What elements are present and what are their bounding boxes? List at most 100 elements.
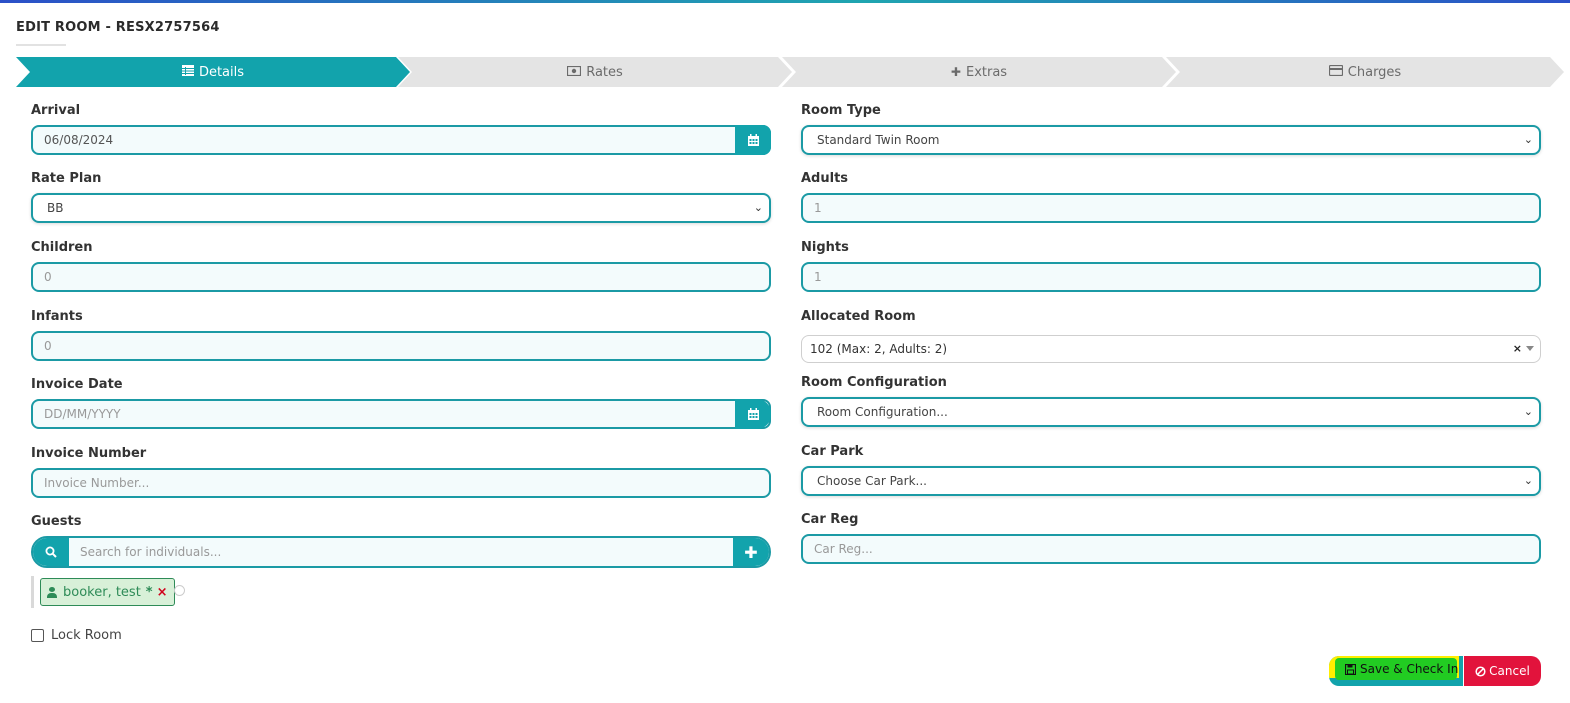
arrival-calendar-button[interactable] xyxy=(735,125,771,155)
chevron-down-icon: ⌄ xyxy=(1523,474,1533,487)
children-value: 0 xyxy=(44,270,52,284)
step-tabs: Details Rates ✚ Extras Charges xyxy=(16,57,1564,87)
rate-plan-label: Rate Plan xyxy=(31,171,102,186)
save-check-in-label: Save & Check In xyxy=(1360,662,1459,676)
guest-search-input[interactable]: Search for individuals... xyxy=(71,538,221,566)
lead-guest-star: * xyxy=(145,584,153,600)
plus-icon: ✚ xyxy=(744,542,758,562)
room-type-field: Room Type Standard Twin Room ⌄ xyxy=(801,102,1541,155)
dropdown-arrow-icon xyxy=(1526,346,1534,351)
guest-search-button[interactable] xyxy=(33,538,69,566)
guest-list: booker, test * × xyxy=(31,576,231,608)
tab-details-label: Details xyxy=(198,64,245,80)
checkbox-icon[interactable] xyxy=(31,629,44,642)
remove-guest-icon[interactable]: × xyxy=(157,585,168,600)
chevron-down-icon: ⌄ xyxy=(1523,405,1533,418)
infants-value: 0 xyxy=(44,339,52,353)
car-reg-field: Car Reg Car Reg... xyxy=(801,511,1541,564)
ban-icon xyxy=(1475,665,1486,677)
room-configuration-value: Room Configuration... xyxy=(817,405,948,419)
tab-extras[interactable]: ✚ Extras xyxy=(782,57,1176,87)
room-configuration-label: Room Configuration xyxy=(801,375,947,390)
adults-label: Adults xyxy=(801,171,849,186)
user-icon xyxy=(47,586,57,598)
tab-rates-label: Rates xyxy=(586,64,623,80)
car-reg-label: Car Reg xyxy=(801,512,859,527)
room-type-select[interactable]: Standard Twin Room ⌄ xyxy=(801,125,1541,155)
children-field: Children 0 xyxy=(31,239,771,292)
invoice-date-label: Invoice Date xyxy=(31,377,123,392)
arrival-input[interactable]: 06/08/2024 xyxy=(31,125,771,155)
invoice-date-field: Invoice Date DD/MM/YYYY xyxy=(31,376,771,429)
children-label: Children xyxy=(31,240,93,255)
credit-card-icon xyxy=(1329,65,1343,79)
nights-label: Nights xyxy=(801,240,849,255)
adults-input[interactable]: 1 xyxy=(801,193,1541,223)
arrival-value: 06/08/2024 xyxy=(44,133,114,147)
clear-selection-icon[interactable]: × xyxy=(1513,342,1522,355)
invoice-number-placeholder: Invoice Number... xyxy=(44,476,150,490)
invoice-number-field: Invoice Number Invoice Number... xyxy=(31,445,771,498)
title-divider xyxy=(16,44,66,46)
nights-value: 1 xyxy=(814,270,822,284)
money-icon xyxy=(567,65,581,79)
allocated-room-field: Allocated Room 102 (Max: 2, Adults: 2) × xyxy=(801,308,1541,363)
calendar-icon xyxy=(747,134,759,146)
allocated-room-select[interactable]: 102 (Max: 2, Adults: 2) × xyxy=(801,335,1541,363)
plus-icon: ✚ xyxy=(950,65,961,79)
infants-input[interactable]: 0 xyxy=(31,331,771,361)
calendar-icon xyxy=(747,408,759,420)
arrival-field: Arrival 06/08/2024 xyxy=(31,102,771,155)
car-reg-input[interactable]: Car Reg... xyxy=(801,534,1541,564)
infants-label: Infants xyxy=(31,309,83,324)
save-icon xyxy=(1345,663,1356,675)
tab-extras-label: Extras xyxy=(965,64,1008,80)
invoice-date-input[interactable]: DD/MM/YYYY xyxy=(31,399,771,429)
tab-charges[interactable]: Charges xyxy=(1166,57,1564,87)
cancel-button[interactable]: Cancel xyxy=(1464,656,1541,686)
rate-plan-select[interactable]: BB ⌄ xyxy=(31,193,771,223)
adults-value: 1 xyxy=(814,201,822,215)
rate-plan-field: Rate Plan BB ⌄ xyxy=(31,170,771,223)
cancel-label: Cancel xyxy=(1489,664,1530,678)
list-icon xyxy=(182,65,194,79)
car-park-label: Car Park xyxy=(801,444,864,459)
guest-chip-name: booker, test xyxy=(63,584,141,600)
nights-field: Nights 1 xyxy=(801,239,1541,292)
room-type-value: Standard Twin Room xyxy=(817,133,940,147)
invoice-date-calendar-button[interactable] xyxy=(735,399,771,429)
car-park-select[interactable]: Choose Car Park... ⌄ xyxy=(801,466,1541,496)
tab-rates[interactable]: Rates xyxy=(398,57,792,87)
lock-room-checkbox[interactable]: Lock Room xyxy=(31,628,122,643)
search-icon xyxy=(45,546,57,558)
chevron-down-icon: ⌄ xyxy=(1523,133,1533,146)
allocated-room-value: 102 (Max: 2, Adults: 2) xyxy=(810,342,948,356)
allocated-room-label: Allocated Room xyxy=(801,309,916,324)
arrival-label: Arrival xyxy=(31,103,81,118)
add-guest-button[interactable]: ✚ xyxy=(733,538,769,566)
guests-field: Guests Search for individuals... ✚ xyxy=(31,513,771,568)
adults-field: Adults 1 xyxy=(801,170,1541,223)
chevron-down-icon: ⌄ xyxy=(753,201,763,214)
room-configuration-select[interactable]: Room Configuration... ⌄ xyxy=(801,397,1541,427)
room-type-label: Room Type xyxy=(801,103,881,118)
lock-room-label: Lock Room xyxy=(51,628,122,643)
guests-label: Guests xyxy=(31,514,82,529)
top-accent-bar xyxy=(0,0,1570,3)
tab-charges-label: Charges xyxy=(1347,64,1402,80)
save-check-in-button[interactable]: Save & Check In xyxy=(1329,656,1463,686)
guest-chip[interactable]: booker, test * × xyxy=(40,578,175,606)
nights-input[interactable]: 1 xyxy=(801,262,1541,292)
car-reg-placeholder: Car Reg... xyxy=(814,542,873,556)
tab-details[interactable]: Details xyxy=(16,57,410,87)
guest-search: Search for individuals... ✚ xyxy=(31,536,771,568)
invoice-number-label: Invoice Number xyxy=(31,446,147,461)
room-configuration-field: Room Configuration Room Configuration...… xyxy=(801,374,1541,427)
guest-radio[interactable] xyxy=(174,585,185,596)
rate-plan-value: BB xyxy=(47,201,64,215)
infants-field: Infants 0 xyxy=(31,308,771,361)
invoice-date-placeholder: DD/MM/YYYY xyxy=(44,407,121,421)
children-input[interactable]: 0 xyxy=(31,262,771,292)
invoice-number-input[interactable]: Invoice Number... xyxy=(31,468,771,498)
modal-title: EDIT ROOM - RESX2757564 xyxy=(16,20,220,35)
